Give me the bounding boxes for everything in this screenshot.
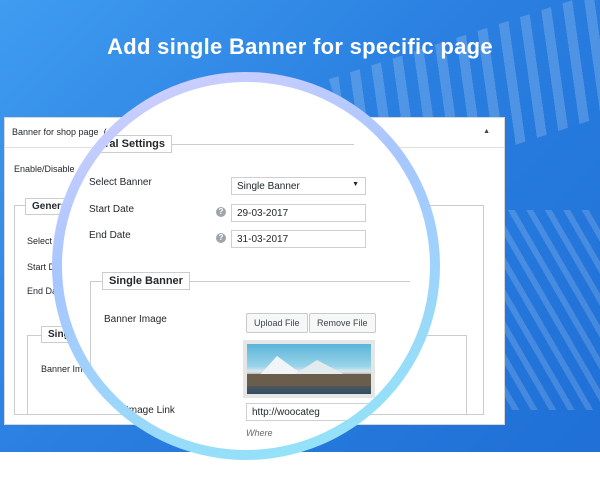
help-icon[interactable]: ? xyxy=(216,233,226,243)
image-link-label: Image Link xyxy=(126,405,175,416)
magnifier-lens: eral Settings Select Banner Single Banne… xyxy=(62,82,430,450)
start-date-label: Start Date xyxy=(89,204,135,215)
single-banner-legend: Single Banner xyxy=(102,272,190,290)
start-date-input[interactable]: 29-03-2017 xyxy=(231,204,366,222)
image-link-input[interactable]: http://woocateg xyxy=(246,403,386,421)
select-banner-value: Single Banner xyxy=(237,181,300,192)
end-date-label: End Date xyxy=(89,230,131,241)
page-headline: Add single Banner for specific page xyxy=(107,34,493,59)
select-banner-label: Select Banner xyxy=(89,177,152,188)
collapse-arrow-icon[interactable]: ▲ xyxy=(483,128,490,135)
banner-image-label: Banner Image xyxy=(104,314,167,325)
general-settings-legend: eral Settings xyxy=(93,135,173,153)
banner-image-preview xyxy=(243,340,375,398)
select-banner-dropdown[interactable]: Single Banner ▼ xyxy=(231,177,366,195)
end-date-input[interactable]: 31-03-2017 xyxy=(231,230,366,248)
help-icon[interactable]: ? xyxy=(216,207,226,217)
bottom-strip xyxy=(0,452,600,479)
chevron-down-icon: ▼ xyxy=(352,181,359,188)
remove-file-button[interactable]: Remove File xyxy=(309,313,376,333)
image-link-description: Where xyxy=(246,428,273,438)
upload-file-button[interactable]: Upload File xyxy=(246,313,308,333)
